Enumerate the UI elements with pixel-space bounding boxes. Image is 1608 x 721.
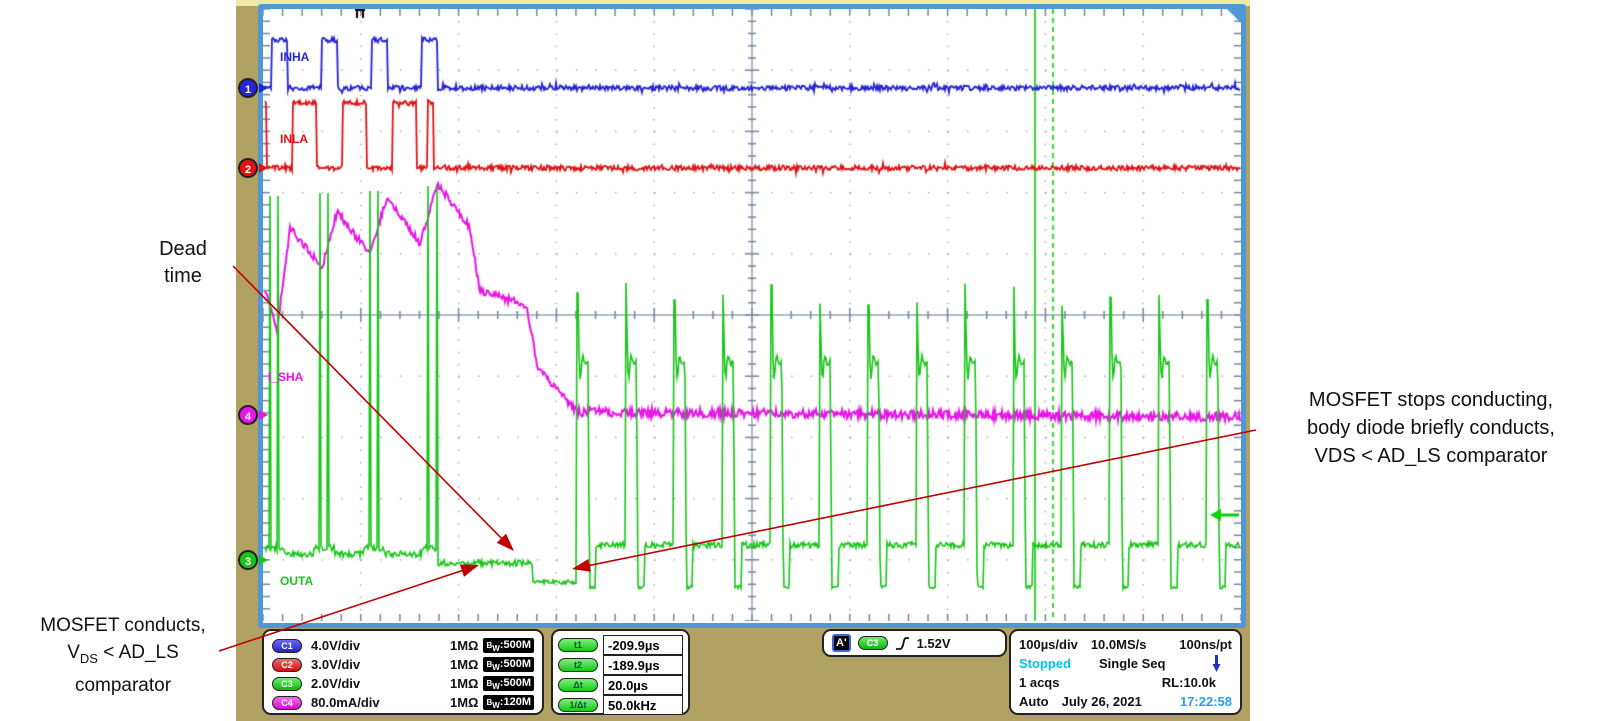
channel-badge-c2: C2 xyxy=(272,657,302,672)
timebase-panel: 100µs/div 10.0MS/s 100ns/pt Stopped Sing… xyxy=(1009,629,1242,715)
cursor-value-freq: 50.0kHz xyxy=(603,694,683,715)
timebase-row-1: 100µs/div 10.0MS/s 100ns/pt xyxy=(1019,635,1232,654)
cursor-row-freq: 1/Δt 50.0kHz xyxy=(558,694,683,715)
acquisition-count: 1 acqs xyxy=(1019,675,1060,690)
trace-label-I_SHA: I_SHA xyxy=(268,370,304,384)
cursor-badge-t1: t1 xyxy=(558,637,598,652)
cursor-value-t1: -209.9µs xyxy=(603,634,683,655)
channel-marker-arrow-1 xyxy=(259,83,268,93)
annotation-mosfet-stops: MOSFET stops conducting, body diode brie… xyxy=(1256,386,1606,470)
channel-row-c1: C1 4.0V/div 1MΩ BW:500M xyxy=(272,636,534,655)
trigger-level: 1.52V xyxy=(916,635,951,651)
trace-label-OUTA: OUTA xyxy=(280,574,314,588)
trigger-slot-badge: A' xyxy=(832,634,851,652)
sample-resolution: 100ns/pt xyxy=(1179,637,1232,652)
trace-label-INLA: INLA xyxy=(280,132,308,146)
acquisition-date: July 26, 2021 xyxy=(1061,694,1142,709)
channel-marker-4: 4 xyxy=(238,405,258,425)
trace-label-INHA: INHA xyxy=(280,50,310,64)
acquisition-mode: Single Seq xyxy=(1099,656,1166,671)
figure-oscilloscope-capture: 1 2 4 3 INHA INLA I_SHA OUTA C1 4.0V/div 1MΩ BW… xyxy=(0,0,1608,721)
cursor-row-dt: Δt 20.0µs xyxy=(558,674,683,695)
annotation-mosfet-conducts-line3: comparator xyxy=(74,674,172,696)
acquisition-state: Stopped xyxy=(1019,656,1071,671)
record-length: RL:10.0k xyxy=(1161,675,1216,690)
channel-scale-c2: 3.0V/div xyxy=(311,657,361,672)
channel-impedance-c1: 1MΩ xyxy=(449,638,479,653)
channel-impedance-c2: 1MΩ xyxy=(449,657,479,672)
cursor-row-t2: t2 -189.9µs xyxy=(558,654,683,675)
timebase-row-3: 1 acqs RL:10.0k xyxy=(1019,673,1232,692)
trigger-mode: Auto xyxy=(1019,694,1049,709)
temperature-icon xyxy=(1212,655,1221,672)
channel-marker-arrow-4 xyxy=(259,410,268,420)
acquisition-time: 17:22:58 xyxy=(1179,694,1232,709)
channel-marker-2: 2 xyxy=(238,158,258,178)
cursor-badge-dt: Δt xyxy=(558,677,598,692)
bandwidth-badge-c1: BW:500M xyxy=(483,638,534,653)
trigger-panel: A' C3 1.52V xyxy=(822,629,1007,657)
channel-marker-arrow-3 xyxy=(259,555,268,565)
annotation-mosfet-stops-line3: VDS < AD_LS comparator xyxy=(1314,445,1548,467)
rising-edge-icon xyxy=(895,636,909,650)
annotation-mosfet-conducts: MOSFET conducts, VDS < AD_LS comparator xyxy=(0,612,246,699)
bandwidth-badge-c3: BW:500M xyxy=(483,676,534,691)
annotation-dead-time-line2: time xyxy=(164,265,202,287)
cursor-row-t1: t1 -209.9µs xyxy=(558,634,683,655)
channel-marker-1: 1 xyxy=(238,78,258,98)
annotation-mosfet-conducts-line1: MOSFET conducts, xyxy=(40,615,206,636)
channel-impedance-c4: 1MΩ xyxy=(449,695,479,710)
channel-badge-c1: C1 xyxy=(272,638,302,653)
annotation-mosfet-stops-line1: MOSFET stops conducting, xyxy=(1308,389,1554,411)
channel-impedance-c3: 1MΩ xyxy=(449,676,479,691)
cursor-readout-panel: t1 -209.9µs t2 -189.9µs Δt 20.0µs 1/Δt 5… xyxy=(551,629,690,715)
bandwidth-badge-c2: BW:500M xyxy=(483,657,534,672)
waveform-canvas xyxy=(263,9,1241,621)
cursor-badge-t2: t2 xyxy=(558,657,598,672)
channel-scale-c1: 4.0V/div xyxy=(311,638,361,653)
timebase-scale: 100µs/div xyxy=(1019,637,1078,652)
channel-badge-c4: C4 xyxy=(272,695,302,710)
channel-badge-c3: C3 xyxy=(272,676,302,691)
annotation-dead-time: Dead time xyxy=(128,236,238,290)
annotation-mosfet-stops-line2: body diode briefly conducts, xyxy=(1307,417,1555,439)
channel-scale-c4: 80.0mA/div xyxy=(311,695,380,710)
channel-marker-arrow-2 xyxy=(259,163,268,173)
channel-row-c2: C2 3.0V/div 1MΩ BW:500M xyxy=(272,655,534,674)
annotation-dead-time-line1: Dead xyxy=(159,238,207,260)
timebase-row-2: Stopped Single Seq xyxy=(1019,654,1232,673)
cursor-badge-freq: 1/Δt xyxy=(558,697,598,712)
bandwidth-badge-c4: BW:120M xyxy=(483,695,534,710)
annotation-mosfet-conducts-line2: VDS < AD_LS xyxy=(67,642,179,666)
cursor-value-dt: 20.0µs xyxy=(603,674,683,695)
channel-row-c3: C3 2.0V/div 1MΩ BW:500M xyxy=(272,674,534,693)
timebase-row-4: Auto July 26, 2021 17:22:58 xyxy=(1019,692,1232,711)
channel-settings-panel: C1 4.0V/div 1MΩ BW:500M C2 3.0V/div 1MΩ … xyxy=(262,629,544,715)
sample-rate: 10.0MS/s xyxy=(1090,637,1147,652)
trigger-source-badge: C3 xyxy=(857,636,888,650)
cursor-value-t2: -189.9µs xyxy=(603,654,683,675)
channel-scale-c3: 2.0V/div xyxy=(311,676,361,691)
channel-row-c4: C4 80.0mA/div 1MΩ BW:120M xyxy=(272,693,534,712)
channel-marker-3: 3 xyxy=(238,550,258,570)
